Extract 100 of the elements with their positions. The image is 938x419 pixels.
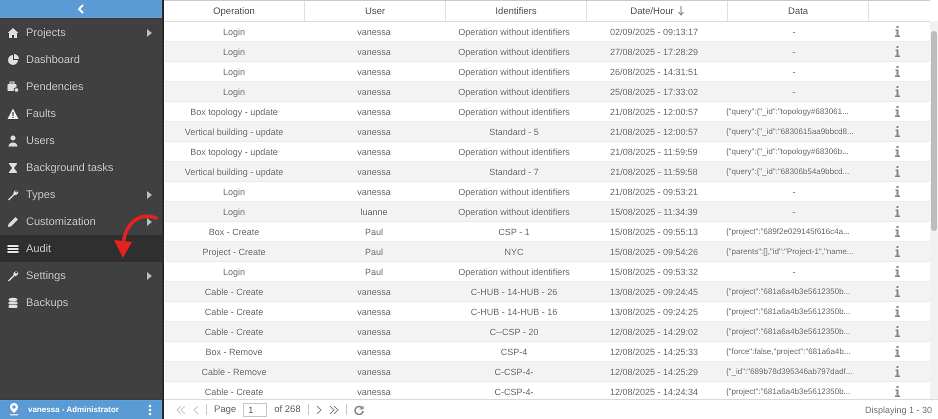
identifier-cell-text: Operation without identifiers (457, 206, 571, 219)
data-cell-text: {"_id":"689b78d395346ab797dadf... (725, 366, 854, 378)
identifier-cell-text: NYC (503, 246, 524, 258)
date-cell-text: 25/08/2025 - 17:33:02 (608, 86, 700, 98)
sidebar-item[interactable]: Pendencies (0, 73, 162, 100)
sidebar-item[interactable]: Audit (0, 235, 162, 262)
hourglass-icon (7, 162, 19, 174)
column-header[interactable]: Date/Hour (587, 1, 728, 21)
column-header[interactable]: Operation (164, 1, 305, 21)
sidebar-item[interactable]: Customization (0, 208, 162, 235)
info-icon[interactable] (894, 306, 900, 317)
paging-info: Displaying 1 - 30 (864, 404, 932, 414)
date-cell-text: 21/08/2025 - 11:59:59 (609, 146, 699, 158)
refresh-icon[interactable] (354, 404, 364, 414)
list-icon (7, 242, 19, 254)
user-cell-text: vanessa (356, 146, 392, 158)
info-icon[interactable] (894, 346, 900, 357)
user-cell-text: vanessa (356, 346, 392, 358)
more-icon[interactable] (148, 404, 152, 416)
info-icon[interactable] (894, 246, 900, 257)
info-icon[interactable] (894, 266, 900, 277)
page-count: of 268 (274, 404, 301, 415)
operation-cell-text: Login (222, 206, 246, 219)
operation-cell-text: Box topology - update (189, 146, 279, 159)
pencil-icon (7, 216, 19, 228)
info-icon[interactable] (894, 166, 900, 177)
info-icon[interactable] (894, 86, 900, 97)
identifier-cell-text: Operation without identifiers (457, 186, 571, 199)
identifier-cell-text: C-CSP-4- (493, 366, 534, 378)
user-cell-text: vanessa (356, 66, 392, 78)
identifier-cell-text: Operation without identifiers (457, 66, 571, 79)
data-cell-text: {"project":"681a6a4b3e5612350b... (725, 326, 852, 338)
column-header[interactable]: Data (728, 1, 869, 21)
info-icon[interactable] (894, 126, 900, 137)
identifier-cell-text: Operation without identifiers (457, 26, 571, 39)
data-cell-text: {"project":"681a6a4b3e5612350b... (725, 306, 852, 318)
page-input[interactable]: 1 (243, 402, 268, 416)
sidebar-item[interactable]: Users (0, 127, 162, 154)
identifier-cell-text: Operation without identifiers (457, 106, 571, 119)
info-icon[interactable] (894, 26, 900, 37)
identifier-cell-text: C--CSP - 20 (488, 326, 540, 338)
scrollbar[interactable] (930, 21, 938, 399)
data-cell-text: {"query":{"_id":"topology#68306b... (725, 146, 850, 158)
date-cell-text: 02/09/2025 - 09:13:17 (608, 26, 700, 38)
operation-cell-text: Box - Remove (204, 346, 264, 358)
sidebar-item[interactable]: Settings (0, 262, 162, 289)
column-header[interactable]: User (305, 1, 446, 21)
column-header[interactable]: Identifiers (446, 1, 587, 21)
data-cell-text: {"query":{"_id":"6830615aa9bbcd8... (725, 126, 855, 138)
user-cell-text: vanessa (356, 366, 392, 378)
info-icon[interactable] (894, 366, 900, 377)
identifier-cell-text: Operation without identifiers (457, 266, 571, 279)
operation-cell-text: Vertical building - update (184, 126, 284, 139)
info-icon[interactable] (894, 66, 900, 77)
user-cell-text: vanessa (356, 306, 392, 318)
user-name: vanessa - Administrator (28, 405, 120, 414)
sidebar-item[interactable]: Backups (0, 289, 162, 316)
last-page-icon[interactable] (328, 406, 339, 414)
user-cell-text: Paul (364, 246, 384, 258)
next-page-icon[interactable] (316, 406, 322, 414)
user-cell-text: vanessa (356, 186, 392, 198)
info-icon[interactable] (894, 286, 900, 297)
info-icon[interactable] (894, 46, 900, 57)
operation-cell-text: Cable - Create (204, 286, 264, 298)
info-icon[interactable] (894, 386, 900, 397)
date-cell-text: 12/08/2025 - 14:25:29 (608, 366, 700, 378)
sidebar-item[interactable]: Types (0, 181, 162, 208)
data-cell-text: {"project":"689f2e029145f616c4a... (725, 226, 851, 238)
date-cell-text: 12/08/2025 - 14:29:02 (608, 326, 700, 338)
user-icon (7, 134, 19, 146)
sidebar-item[interactable]: Background tasks (0, 154, 162, 181)
date-cell-text: 15/08/2025 - 09:53:32 (608, 266, 700, 278)
date-cell-text: 21/08/2025 - 09:53:21 (608, 186, 700, 198)
user-cell-text: vanessa (356, 166, 392, 178)
identifier-cell-text: C-HUB - 14-HUB - 16 (470, 306, 558, 318)
identifier-cell-text: CSP - 1 (497, 226, 531, 238)
operation-cell-text: Cable - Create (204, 306, 264, 318)
sidebar-item[interactable]: Projects (0, 19, 162, 46)
operation-cell-text: Box - Create (208, 226, 260, 238)
identifier-cell-text: Operation without identifiers (457, 146, 571, 159)
info-icon[interactable] (894, 146, 900, 157)
sidebar-item[interactable]: Faults (0, 100, 162, 127)
info-icon[interactable] (894, 206, 900, 217)
identifier-cell-text: Standard - 5 (488, 126, 540, 138)
data-cell-text: - (792, 266, 796, 278)
sidebar-item[interactable]: Dashboard (0, 46, 162, 73)
user-cell-text: vanessa (356, 86, 392, 98)
identifier-cell-text: CSP-4 (500, 346, 528, 358)
data-cell-text: {"parents":[],"id":"Project-1","name... (725, 246, 854, 258)
user-cell-text: vanessa (356, 386, 392, 398)
info-icon[interactable] (894, 106, 900, 117)
user-cell-text: vanessa (356, 106, 392, 118)
date-cell-text: 21/08/2025 - 12:00:57 (608, 126, 700, 138)
info-icon[interactable] (894, 326, 900, 337)
operation-cell-text: Login (222, 66, 246, 79)
info-icon[interactable] (894, 186, 900, 197)
info-icon[interactable] (894, 226, 900, 237)
operation-cell-text: Login (222, 186, 246, 199)
date-cell-text: 21/08/2025 - 12:00:57 (608, 106, 700, 118)
date-cell-text: 13/08/2025 - 09:24:25 (608, 306, 700, 318)
